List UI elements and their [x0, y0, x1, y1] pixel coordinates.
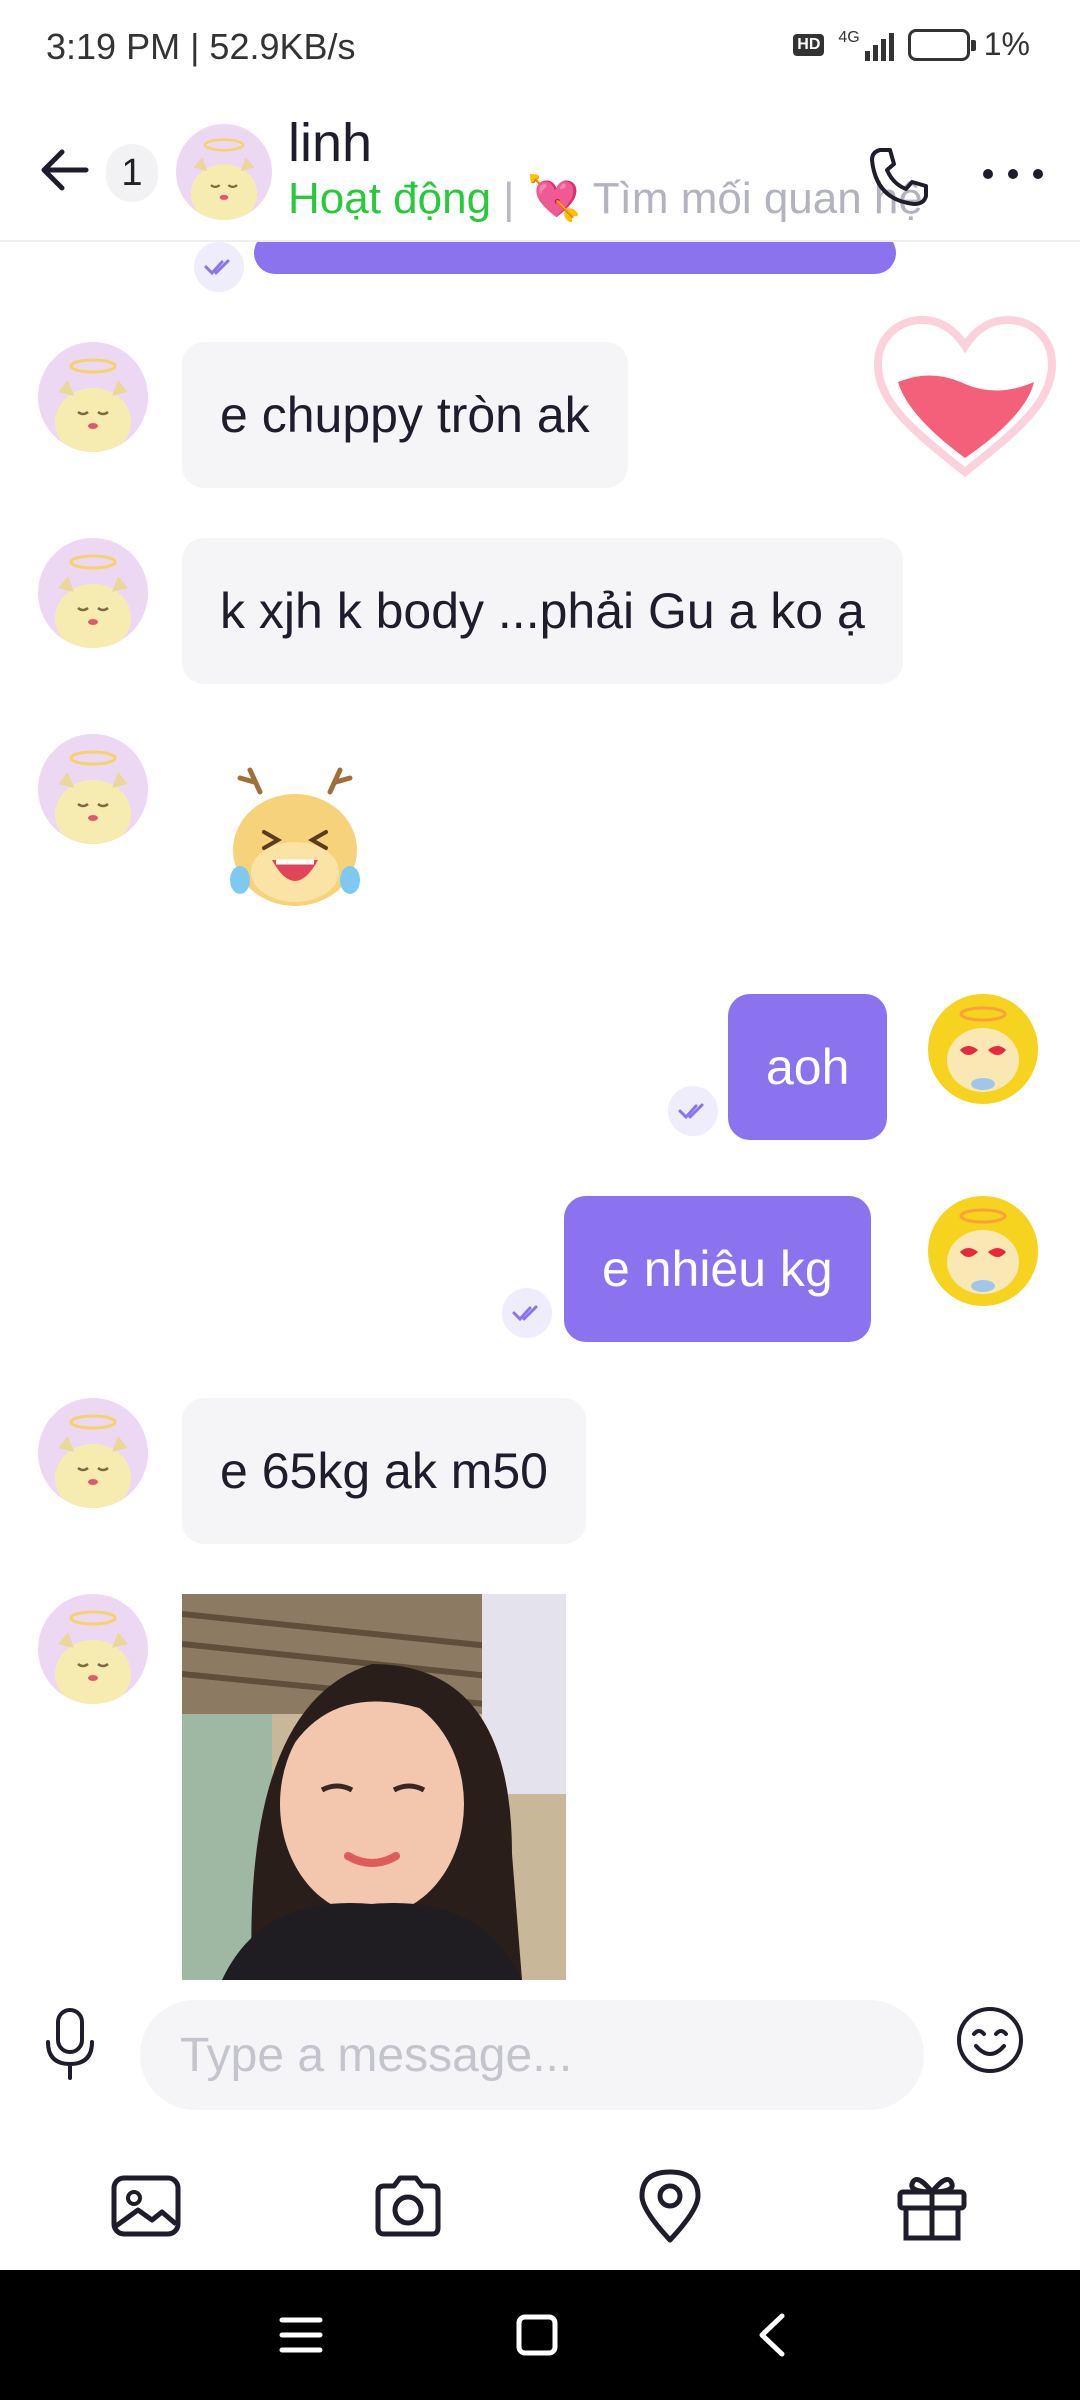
status-separator: | [503, 174, 515, 223]
status-time: 3:19 PM | 52.9KB/s [46, 26, 356, 67]
status-indicators: HD 4G 1% [793, 26, 1030, 63]
my-avatar[interactable] [928, 994, 1038, 1104]
camera-icon[interactable] [368, 2166, 448, 2246]
contact-avatar[interactable] [38, 538, 148, 648]
online-status: Hoạt động [288, 174, 492, 223]
read-receipt-icon [502, 1288, 552, 1338]
microphone-icon[interactable] [40, 2006, 100, 2082]
message-composer [0, 1980, 1080, 2110]
message-bubble-in[interactable]: e 65kg ak m50 [182, 1398, 586, 1544]
gallery-icon[interactable] [106, 2166, 186, 2246]
back-arrow-icon[interactable] [36, 140, 96, 200]
chat-header: 1 linh Hoạt động | 💘 Tìm mối quan hệ [0, 100, 1080, 242]
phone-call-icon[interactable] [866, 144, 932, 210]
attachment-toolbar [0, 2150, 1080, 2270]
more-options-icon[interactable] [978, 154, 1048, 194]
network-type: 4G [838, 28, 860, 46]
contact-avatar[interactable] [176, 124, 272, 220]
status-bar: 3:19 PM | 52.9KB/s HD 4G 1% [0, 0, 1080, 100]
contact-avatar[interactable] [38, 1398, 148, 1508]
heart-decoration-icon[interactable] [872, 312, 1058, 480]
contact-avatar[interactable] [38, 1594, 148, 1704]
relationship-goal: 💘 Tìm mối quan hệ [526, 174, 923, 223]
read-receipt-icon [194, 242, 244, 292]
message-list[interactable]: e chuppy tròn ak k xjh k body ...phải Gu… [0, 242, 1080, 1980]
message-bubble-in[interactable]: e chuppy tròn ak [182, 342, 628, 488]
photo-message[interactable] [182, 1594, 566, 1980]
location-icon[interactable] [630, 2166, 710, 2246]
home-icon[interactable] [502, 2302, 572, 2368]
menu-icon[interactable] [266, 2302, 336, 2368]
my-avatar[interactable] [928, 1196, 1038, 1306]
unread-count-badge: 1 [106, 144, 158, 202]
battery-level: 1% [983, 26, 1030, 62]
message-bubble-out-partial [254, 242, 896, 274]
back-icon[interactable] [738, 2302, 808, 2368]
message-input[interactable] [140, 2000, 924, 2110]
contact-avatar[interactable] [38, 342, 148, 452]
gift-icon[interactable] [892, 2166, 972, 2246]
battery-icon [907, 28, 976, 61]
read-receipt-icon [668, 1086, 718, 1136]
emoji-icon[interactable] [954, 2004, 1026, 2076]
message-bubble-out[interactable]: aoh [728, 994, 888, 1140]
sticker-laughing-deer[interactable] [220, 762, 370, 912]
signal-icon: 4G [838, 28, 894, 61]
message-bubble-out[interactable]: e nhiêu kg [564, 1196, 871, 1342]
hd-badge: HD [793, 33, 825, 56]
system-nav-bar [0, 2270, 1080, 2400]
contact-avatar[interactable] [38, 734, 148, 844]
message-bubble-in[interactable]: k xjh k body ...phải Gu a ko ạ [182, 538, 903, 684]
contact-name[interactable]: linh [288, 112, 372, 174]
